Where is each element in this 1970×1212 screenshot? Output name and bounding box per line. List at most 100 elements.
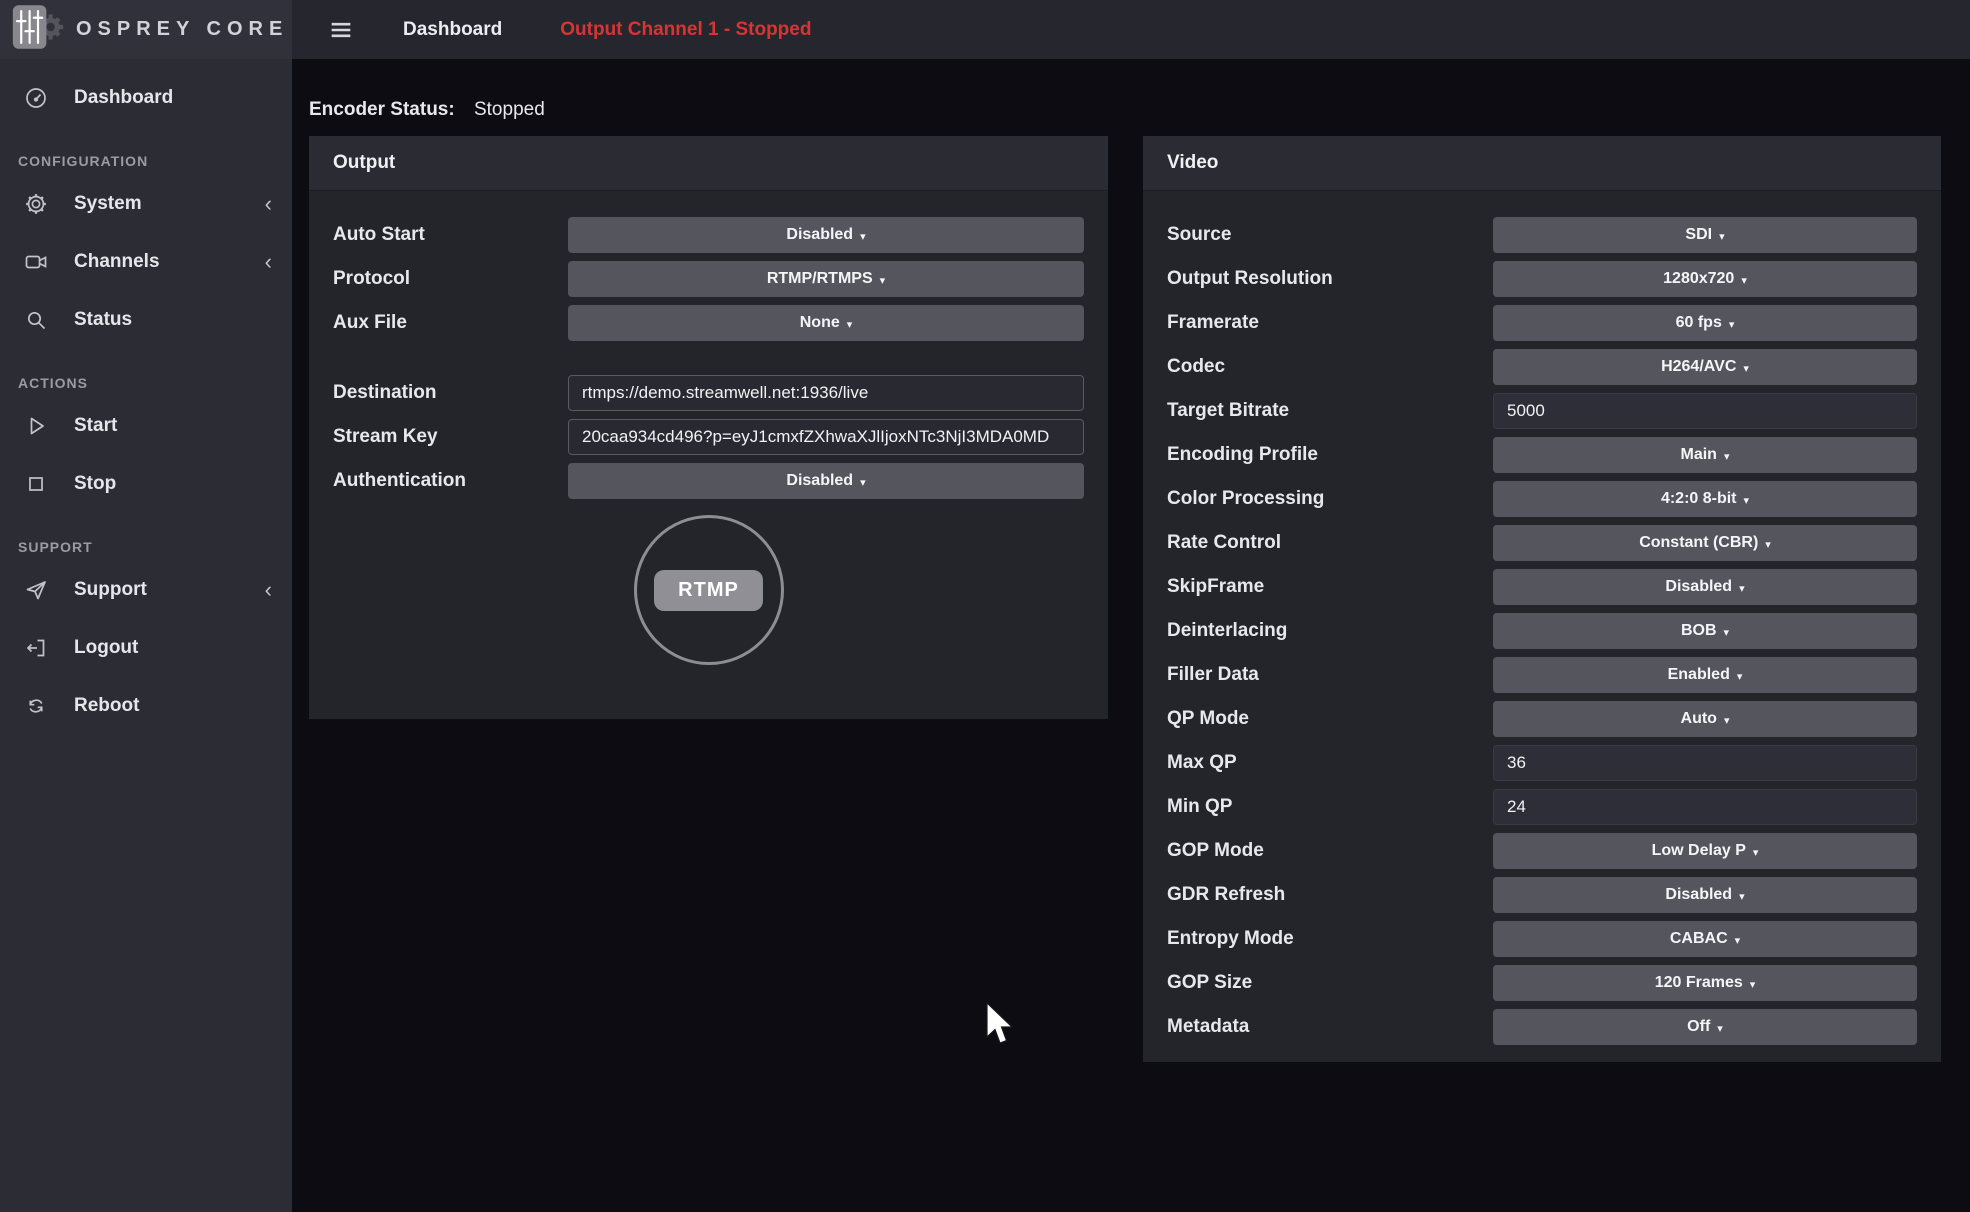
brand-logo[interactable]: OSPREY CORE <box>0 0 292 59</box>
settings-row: Min QP <box>1167 789 1917 825</box>
setting-label: Min QP <box>1167 796 1493 818</box>
settings-row: GDR Refresh Disabled ▾ <box>1167 877 1917 913</box>
settings-row: Deinterlacing BOB ▾ <box>1167 613 1917 649</box>
sidebar-item-dashboard[interactable]: Dashboard <box>0 69 292 127</box>
settings-row: Rate Control Constant (CBR) ▾ <box>1167 525 1917 561</box>
dropdown-qp-mode[interactable]: Auto ▾ <box>1493 701 1917 737</box>
dropdown-rate-control[interactable]: Constant (CBR) ▾ <box>1493 525 1917 561</box>
chevron-down-icon: ▾ <box>1737 670 1743 683</box>
chevron-down-icon: ▾ <box>1729 318 1735 331</box>
setting-label: Encoding Profile <box>1167 444 1493 466</box>
sidebar-item-reboot[interactable]: Reboot <box>0 677 292 735</box>
output-panel-title: Output <box>309 136 1108 191</box>
protocol-badge: RTMP <box>333 515 1084 665</box>
chevron-down-icon: ▾ <box>1724 450 1730 463</box>
chevron-left-icon: ‹ <box>265 251 272 273</box>
chevron-down-icon: ▾ <box>1739 582 1745 595</box>
dropdown-auto-start[interactable]: Disabled ▾ <box>568 217 1084 253</box>
setting-label: Aux File <box>333 312 568 334</box>
settings-row: Target Bitrate <box>1167 393 1917 429</box>
settings-row: Metadata Off ▾ <box>1167 1009 1917 1045</box>
dropdown-color-processing[interactable]: 4:2:0 8-bit ▾ <box>1493 481 1917 517</box>
dropdown-encoding-profile[interactable]: Main ▾ <box>1493 437 1917 473</box>
setting-label: Auto Start <box>333 224 568 246</box>
sidebar-item-start[interactable]: Start <box>0 397 292 455</box>
dropdown-entropy-mode[interactable]: CABAC ▾ <box>1493 921 1917 957</box>
input-min-qp[interactable] <box>1493 789 1917 825</box>
setting-label: Max QP <box>1167 752 1493 774</box>
setting-label: Stream Key <box>333 426 568 448</box>
encoder-status-value: Stopped <box>474 99 545 120</box>
sidebar-item-support[interactable]: Support ‹ <box>0 561 292 619</box>
dropdown-authentication[interactable]: Disabled ▾ <box>568 463 1084 499</box>
input-max-qp[interactable] <box>1493 745 1917 781</box>
dropdown-gdr-refresh[interactable]: Disabled ▾ <box>1493 877 1917 913</box>
dropdown-filler-data[interactable]: Enabled ▾ <box>1493 657 1917 693</box>
dropdown-aux-file[interactable]: None ▾ <box>568 305 1084 341</box>
dropdown-codec[interactable]: H264/AVC ▾ <box>1493 349 1917 385</box>
dropdown-protocol[interactable]: RTMP/RTMPS ▾ <box>568 261 1084 297</box>
dropdown-gop-size[interactable]: 120 Frames ▾ <box>1493 965 1917 1001</box>
video-panel-title: Video <box>1143 136 1941 191</box>
rtmp-badge-label: RTMP <box>654 570 763 611</box>
dropdown-source[interactable]: SDI ▾ <box>1493 217 1917 253</box>
chevron-down-icon: ▾ <box>1719 230 1725 243</box>
settings-row: Codec H264/AVC ▾ <box>1167 349 1917 385</box>
chevron-down-icon: ▾ <box>1739 890 1745 903</box>
sidebar-item-system[interactable]: System ‹ <box>0 175 292 233</box>
sidebar-item-status[interactable]: Status <box>0 291 292 349</box>
rtmp-circle-icon: RTMP <box>634 515 784 665</box>
hamburger-icon[interactable] <box>327 16 355 44</box>
settings-row: Stream Key <box>333 419 1084 455</box>
setting-label: Source <box>1167 224 1493 246</box>
channel-status-link[interactable]: Output Channel 1 - Stopped <box>560 19 811 41</box>
sidebar-item-channels[interactable]: Channels ‹ <box>0 233 292 291</box>
settings-row: SkipFrame Disabled ▾ <box>1167 569 1917 605</box>
dropdown-skipframe[interactable]: Disabled ▾ <box>1493 569 1917 605</box>
chevron-down-icon: ▾ <box>880 274 886 287</box>
dropdown-deinterlacing[interactable]: BOB ▾ <box>1493 613 1917 649</box>
setting-label: GOP Mode <box>1167 840 1493 862</box>
setting-label: Destination <box>333 382 568 404</box>
brand-name: OSPREY CORE <box>76 18 288 41</box>
dropdown-framerate[interactable]: 60 fps ▾ <box>1493 305 1917 341</box>
video-camera-icon <box>24 250 48 274</box>
settings-row: GOP Size 120 Frames ▾ <box>1167 965 1917 1001</box>
dropdown-gop-mode[interactable]: Low Delay P ▾ <box>1493 833 1917 869</box>
gear-icon <box>24 192 48 216</box>
setting-label: QP Mode <box>1167 708 1493 730</box>
setting-label: Framerate <box>1167 312 1493 334</box>
encoder-status-label: Encoder Status: <box>309 99 455 120</box>
top-navbar: Dashboard Output Channel 1 - Stopped <box>292 0 1970 59</box>
setting-label: Deinterlacing <box>1167 620 1493 642</box>
sidebar-item-stop[interactable]: Stop <box>0 455 292 513</box>
chevron-down-icon: ▾ <box>1717 1022 1723 1035</box>
magnifier-icon <box>24 308 48 332</box>
setting-label: GDR Refresh <box>1167 884 1493 906</box>
sidebar-section-heading: ACTIONS <box>18 375 292 391</box>
setting-label: Metadata <box>1167 1016 1493 1038</box>
input-destination[interactable] <box>568 375 1084 411</box>
settings-row: Max QP <box>1167 745 1917 781</box>
stop-icon <box>24 472 48 496</box>
input-stream-key[interactable] <box>568 419 1084 455</box>
chevron-down-icon: ▾ <box>860 476 866 489</box>
chevron-left-icon: ‹ <box>265 579 272 601</box>
settings-row: Protocol RTMP/RTMPS ▾ <box>333 261 1084 297</box>
nav-dashboard-link[interactable]: Dashboard <box>403 19 502 41</box>
logout-icon <box>24 636 48 660</box>
settings-row: Color Processing 4:2:0 8-bit ▾ <box>1167 481 1917 517</box>
output-panel: Output Auto Start Disabled ▾ Protocol <box>309 136 1108 719</box>
settings-row: Entropy Mode CABAC ▾ <box>1167 921 1917 957</box>
sidebar-nav: Dashboard CONFIGURATION System ‹ Channel… <box>0 59 292 735</box>
input-target-bitrate[interactable] <box>1493 393 1917 429</box>
setting-label: Entropy Mode <box>1167 928 1493 950</box>
settings-row: Aux File None ▾ <box>333 305 1084 341</box>
play-icon <box>24 414 48 438</box>
mixer-gear-icon <box>12 4 64 55</box>
settings-row: Encoding Profile Main ▾ <box>1167 437 1917 473</box>
dropdown-output-resolution[interactable]: 1280x720 ▾ <box>1493 261 1917 297</box>
sidebar-item-logout[interactable]: Logout <box>0 619 292 677</box>
setting-label: Target Bitrate <box>1167 400 1493 422</box>
dropdown-metadata[interactable]: Off ▾ <box>1493 1009 1917 1045</box>
